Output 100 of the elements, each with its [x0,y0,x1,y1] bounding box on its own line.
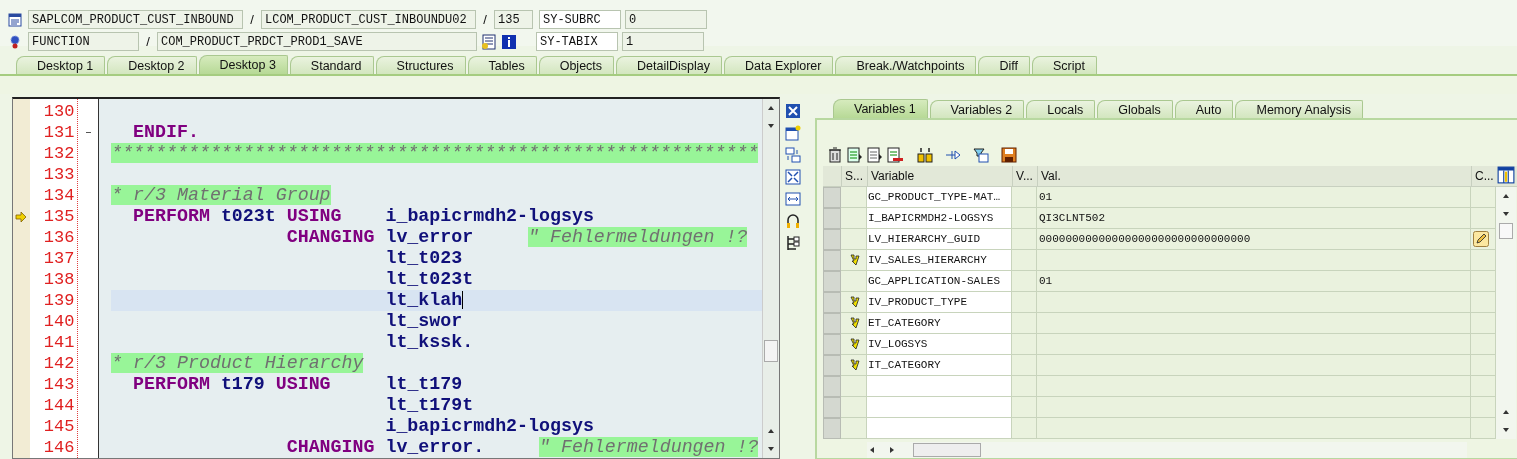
desktop-tab[interactable]: Objects [538,56,615,74]
desktop-tab[interactable]: Data Explorer [724,56,834,74]
new-window-icon[interactable] [785,125,801,141]
pencil-icon[interactable] [1473,231,1489,247]
line-number: 130 [42,101,76,122]
variable-cell[interactable]: GC_PRODUCT_TYPE-MAT… [867,187,1012,208]
line-number: 139 [42,290,76,311]
line-number: 136 [42,227,76,248]
desktop-tab[interactable]: Break./Watchpoints [835,56,977,74]
variable-cell[interactable]: ET_CATEGORY [867,313,1012,334]
tree-icon[interactable] [785,235,801,251]
variables-tab[interactable]: Globals [1097,100,1173,118]
variable-cell[interactable]: IT_CATEGORY [867,355,1012,376]
event-name-field[interactable]: COM_PRODUCT_PRDCT_PROD1_SAVE [157,32,477,51]
field-label: SY-SUBRC [539,10,621,29]
table-cell [1471,334,1496,355]
scrollbar[interactable] [867,442,1467,458]
fold-marker[interactable] [85,132,91,133]
table-cell [1012,229,1037,250]
code-line: PERFORM t179 USING lt_t179 [132,374,463,394]
line-number: 140 [42,311,76,332]
desktop-tab[interactable]: Desktop 3 [198,55,288,74]
line-number: 145 [42,416,76,437]
variable-cell[interactable]: LV_HIERARCHY_GUID [867,229,1012,250]
scrollbar[interactable] [1496,187,1516,439]
subrc-field[interactable]: 0 [625,10,707,29]
column-header[interactable]: Val. [1037,166,1471,186]
value-cell[interactable] [1037,292,1471,313]
info-icon[interactable] [501,33,517,50]
table-cell [1471,292,1496,313]
scroll-thumb[interactable] [1499,223,1513,239]
variables-tab[interactable]: Variables 1 [833,99,928,118]
desktop-tab[interactable]: Standard [289,56,374,74]
table-cell [841,208,867,229]
event-type-field[interactable]: FUNCTION [28,32,139,51]
column-header[interactable]: S... [841,166,867,186]
value-cell[interactable] [1037,250,1471,271]
line-number: 142 [42,353,76,374]
line-field[interactable]: 135 [494,10,533,29]
path-separator: / [249,12,255,27]
variables-tab[interactable]: Variables 2 [929,100,1025,118]
tabix-field[interactable]: 1 [622,32,704,51]
value-cell[interactable] [1037,313,1471,334]
include-field[interactable]: LCOM_PRODUCT_CUST_INBOUNDU02 [261,10,476,29]
table-cell [1012,376,1037,397]
swap-icon[interactable] [785,147,801,163]
table-cell [1012,355,1037,376]
variables-tab[interactable]: Memory Analysis [1235,100,1363,118]
value-cell[interactable]: QI3CLNT502 [1037,208,1471,229]
connect-icon[interactable] [945,147,961,163]
variable-cell[interactable]: IV_SALES_HIERARCHY [867,250,1012,271]
program-field[interactable]: SAPLCOM_PRODUCT_CUST_INBOUND [28,10,243,29]
variables-tab[interactable]: Auto [1174,100,1234,118]
value-cell[interactable]: 01 [1037,271,1471,292]
headset-icon[interactable] [785,213,801,229]
variable-cell[interactable]: IV_PRODUCT_TYPE [867,292,1012,313]
table-cell [1471,376,1496,397]
table-cell [1012,334,1037,355]
table-cell [1012,271,1037,292]
width-icon[interactable] [785,191,801,207]
variables-tab[interactable]: Locals [1026,100,1096,118]
desktop-tab[interactable]: Tables [467,56,537,74]
value-cell[interactable]: 01 [1037,187,1471,208]
scroll-thumb[interactable] [913,443,981,457]
table-cell [841,418,867,439]
code-line: i_bapicrmdh2-logsys [384,416,594,436]
trash-icon[interactable] [827,147,843,163]
variable-cell[interactable]: GC_APPLICATION-SALES [867,271,1012,292]
scrollbar[interactable] [762,99,779,458]
desktop-tab[interactable]: Diff [978,56,1030,74]
close-icon[interactable] [785,103,801,119]
desktop-tab[interactable]: Script [1031,56,1097,74]
desktop-tab[interactable]: DetailDisplay [616,56,723,74]
list-icon[interactable] [847,147,863,163]
scroll-thumb[interactable] [764,340,779,362]
column-layout-icon[interactable] [1497,166,1515,184]
variable-cell[interactable]: I_BAPICRMDH2-LOGSYS [867,208,1012,229]
save-icon[interactable] [1001,147,1017,163]
filter-icon[interactable] [973,147,989,163]
desktop-tab[interactable]: Structures [375,56,466,74]
code-line: ENDIF. [132,122,199,142]
line-number: 135 [42,206,76,227]
variable-cell[interactable]: IV_LOGSYS [867,334,1012,355]
desktop-tab[interactable]: Desktop 1 [16,56,106,74]
value-cell[interactable] [1037,334,1471,355]
value-cell[interactable] [1037,355,1471,376]
desktop-tab[interactable]: Desktop 2 [107,56,197,74]
column-header[interactable]: V... [1012,166,1037,186]
column-header[interactable]: Variable [867,166,1012,186]
line-number: 138 [42,269,76,290]
list-icon[interactable] [867,147,883,163]
table-cell [841,397,867,418]
table-cell [1471,355,1496,376]
fullscreen-icon[interactable] [785,169,801,185]
boxes-icon[interactable] [917,147,933,163]
list-remove-icon[interactable] [887,147,903,163]
column-header[interactable]: C... [1471,166,1496,186]
value-cell[interactable]: 00000000000000000000000000000000 [1037,229,1471,250]
line-number: 143 [42,374,76,395]
table-cell [1471,271,1496,292]
